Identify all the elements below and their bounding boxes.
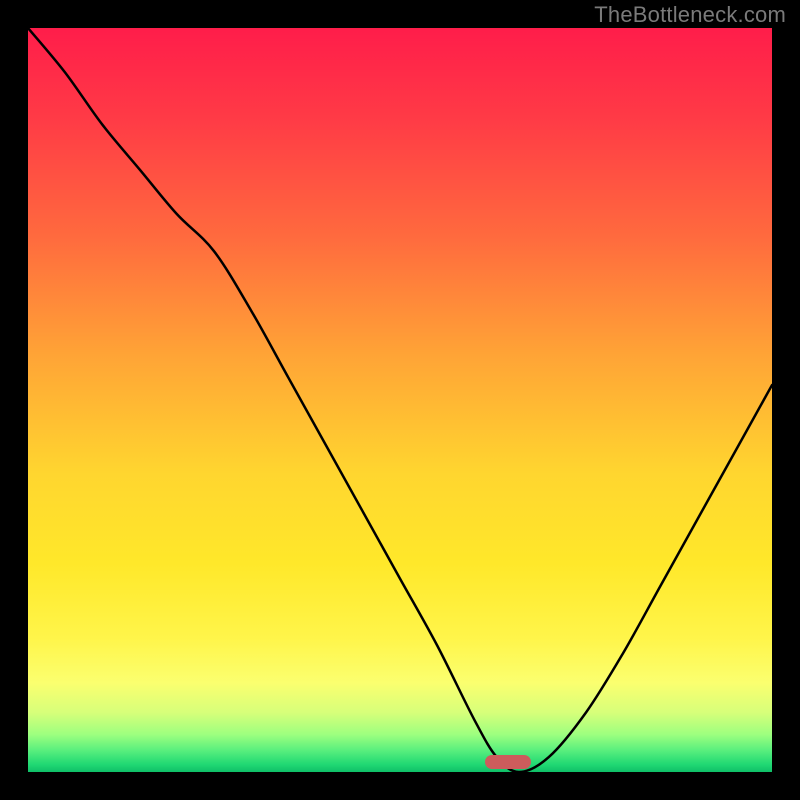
plot-area — [28, 28, 772, 772]
chart-frame: TheBottleneck.com — [0, 0, 800, 800]
watermark-text: TheBottleneck.com — [594, 2, 786, 28]
bottleneck-curve — [28, 28, 772, 772]
optimal-marker — [485, 755, 531, 769]
